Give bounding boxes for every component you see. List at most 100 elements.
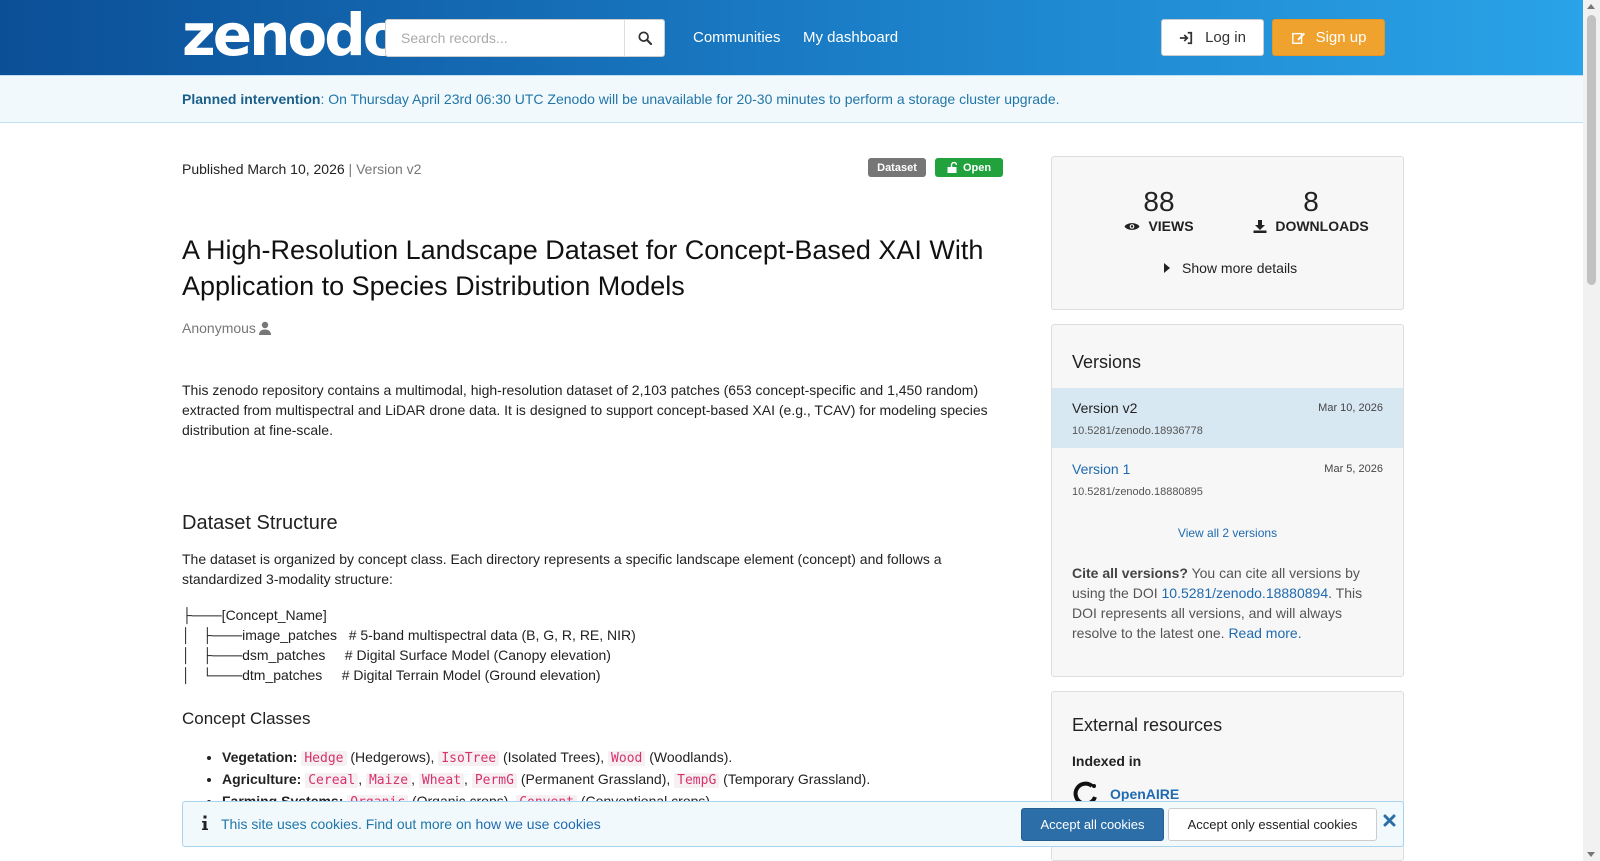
concept-doi-link[interactable]: 10.5281/zenodo.18880894 <box>1162 585 1329 601</box>
access-label: Open <box>962 161 992 174</box>
nav-my-dashboard[interactable]: My dashboard <box>803 29 898 46</box>
directory-tree: ├───[Concept_Name] │ ├───image_patches # … <box>182 605 636 685</box>
dataset-structure-heading: Dataset Structure <box>182 512 338 534</box>
version-row: Version 1 Mar 5, 2026 10.5281/zenodo.188… <box>1052 449 1403 509</box>
downloads-count: 8 <box>1303 186 1319 217</box>
versions-card: Versions Version v2 Mar 10, 2026 10.5281… <box>1051 324 1404 677</box>
views-label-row: VIEWS <box>1114 218 1204 234</box>
nav-communities[interactable]: Communities <box>693 29 781 46</box>
publication-info: Published March 10, 2026 | Version v2 <box>182 161 421 177</box>
version-date: Mar 10, 2026 <box>1318 402 1383 414</box>
edit-icon <box>1291 32 1305 44</box>
banner-label: Planned intervention <box>182 91 321 107</box>
concept-description: (Temporary Grassland). <box>719 771 871 787</box>
version-row-current: Version v2 Mar 10, 2026 10.5281/zenodo.1… <box>1052 388 1403 448</box>
version-link[interactable]: Version 1 <box>1072 461 1130 477</box>
cite-all-versions: Cite all versions? You can cite all vers… <box>1072 563 1387 643</box>
concept-item: Vegetation: Hedge (Hedgerows), IsoTree (… <box>222 747 870 769</box>
scroll-down-arrow[interactable] <box>1587 852 1595 857</box>
unlock-icon <box>947 162 957 173</box>
tree-line: │ ├───image_patches # 5-band multispectr… <box>182 627 636 643</box>
version-doi: 10.5281/zenodo.18880895 <box>1072 486 1203 498</box>
maintenance-banner: Planned intervention: On Thursday April … <box>0 75 1583 123</box>
login-button[interactable]: Log in <box>1161 19 1264 56</box>
concept-group-label: Agriculture: <box>222 771 306 787</box>
signup-label: Sign up <box>1315 29 1367 46</box>
site-header: zenodo Communities My dashboard Log in S… <box>0 0 1583 75</box>
view-all-versions-link[interactable]: View all 2 versions <box>1052 526 1403 540</box>
published-date: Published March 10, 2026 <box>182 161 345 177</box>
user-icon <box>258 321 271 335</box>
record-description: This zenodo repository contains a multim… <box>182 382 988 438</box>
concept-description: (Isolated Trees), <box>499 749 609 765</box>
concept-code: Cereal <box>305 773 359 788</box>
cookie-message: This site uses cookies. Find out more on <box>221 816 476 832</box>
search-button[interactable] <box>624 19 665 57</box>
concept-description: , <box>358 771 366 787</box>
version-date: Mar 5, 2026 <box>1324 463 1383 475</box>
search-input[interactable] <box>385 19 625 57</box>
concept-description: , <box>411 771 419 787</box>
cookie-banner: This site uses cookies. Find out more on… <box>182 801 1404 847</box>
login-label: Log in <box>1205 29 1246 46</box>
search-icon <box>637 31 652 45</box>
page-scrollbar[interactable] <box>1583 0 1600 861</box>
author[interactable]: Anonymous <box>182 320 272 336</box>
concept-group-label: Vegetation: <box>222 749 302 765</box>
show-more-label: Show more details <box>1182 260 1298 276</box>
banner-text: Planned intervention: On Thursday April … <box>182 91 1060 107</box>
concept-code: Wheat <box>418 773 465 788</box>
download-icon <box>1253 220 1267 233</box>
access-badge: Open <box>935 158 1003 177</box>
versions-title: Versions <box>1072 352 1142 372</box>
concept-item: Agriculture: Cereal, Maize, Wheat, PermG… <box>222 769 870 791</box>
stats-card: 88 VIEWS 8 DOWNLOADS Show more details <box>1051 156 1404 310</box>
concept-code: Hedge <box>301 751 347 766</box>
cookie-text: This site uses cookies. Find out more on… <box>221 816 601 832</box>
scroll-up-arrow[interactable] <box>1587 4 1595 9</box>
openaire-label[interactable]: OpenAIRE <box>1110 786 1179 802</box>
scroll-thumb[interactable] <box>1587 15 1596 285</box>
record-title: A High-Resolution Landscape Dataset for … <box>182 235 984 301</box>
signup-button[interactable]: Sign up <box>1272 19 1385 56</box>
views-count: 88 <box>1143 186 1175 217</box>
external-resources-title: External resources <box>1072 715 1223 735</box>
cookie-policy-link[interactable]: how we use cookies <box>475 816 600 832</box>
zenodo-logo[interactable]: zenodo <box>182 6 403 64</box>
views-stat: 88 VIEWS <box>1114 187 1204 234</box>
version-name: Version v2 <box>1072 400 1138 416</box>
downloads-stat: 8 DOWNLOADS <box>1246 187 1376 234</box>
tree-line: │ ├───dsm_patches # Digital Surface Mode… <box>182 647 611 663</box>
accept-all-cookies-button[interactable]: Accept all cookies <box>1021 808 1164 841</box>
concept-classes-heading: Concept Classes <box>182 709 311 728</box>
version-label: | Version v2 <box>344 161 422 177</box>
author-name: Anonymous <box>182 320 256 336</box>
downloads-label-row: DOWNLOADS <box>1246 218 1376 234</box>
structure-description: The dataset is organized by concept clas… <box>182 551 942 587</box>
caret-right-icon <box>1164 263 1170 273</box>
tree-line: │ └───dtm_patches # Digital Terrain Mode… <box>182 667 601 683</box>
tree-line: ├───[Concept_Name] <box>182 607 327 623</box>
concept-code: PermG <box>471 773 517 788</box>
concept-description: (Woodlands). <box>645 749 733 765</box>
indexed-in-label: Indexed in <box>1072 753 1142 769</box>
show-more-details-toggle[interactable]: Show more details <box>1164 260 1297 276</box>
concept-code: Maize <box>365 773 412 788</box>
sign-in-icon <box>1179 31 1193 44</box>
close-icon[interactable] <box>1383 814 1396 827</box>
downloads-label: DOWNLOADS <box>1275 218 1369 234</box>
concept-code: TempG <box>674 773 720 788</box>
concept-description: , <box>464 771 472 787</box>
concept-code: Wood <box>608 751 646 766</box>
concept-code: IsoTree <box>438 751 500 766</box>
resource-type-badge: Dataset <box>868 158 926 177</box>
cite-label: Cite all versions? <box>1072 565 1188 581</box>
info-icon <box>202 815 208 830</box>
read-more-link[interactable]: Read more. <box>1228 625 1301 641</box>
version-doi: 10.5281/zenodo.18936778 <box>1072 425 1203 437</box>
accept-essential-cookies-button[interactable]: Accept only essential cookies <box>1168 808 1377 841</box>
eye-icon <box>1124 222 1140 230</box>
concept-description: (Permanent Grassland), <box>516 771 675 787</box>
concept-description: (Hedgerows), <box>346 749 439 765</box>
views-label: VIEWS <box>1148 218 1194 234</box>
